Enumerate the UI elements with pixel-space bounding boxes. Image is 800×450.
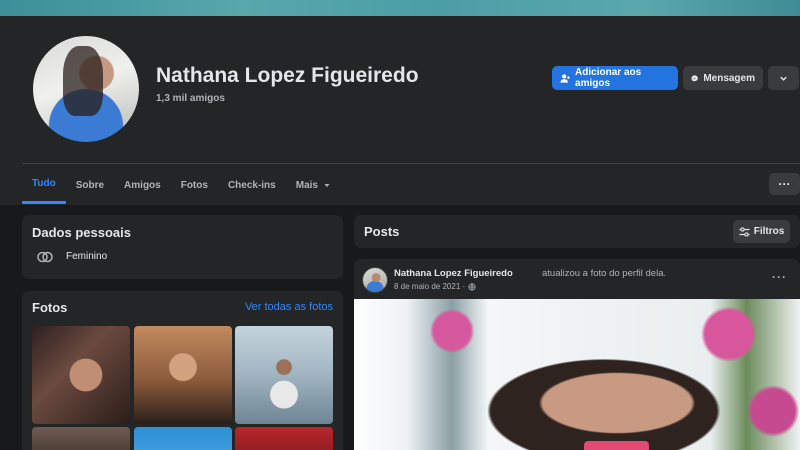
photo-thumbnail[interactable] <box>32 326 130 424</box>
photo-thumbnail[interactable] <box>32 427 130 450</box>
tabs-overflow-button[interactable]: ··· <box>769 173 800 195</box>
profile-name: Nathana Lopez Figueiredo <box>156 64 419 87</box>
header-divider <box>22 163 800 164</box>
photo-thumbnail[interactable] <box>134 427 232 450</box>
add-person-icon <box>560 73 570 83</box>
photos-card: Fotos Ver todas as fotos <box>22 291 343 450</box>
photo-detail <box>584 441 649 450</box>
gender-value: Feminino <box>66 251 108 262</box>
tab-about[interactable]: Sobre <box>66 166 114 204</box>
post-author-name[interactable]: Nathana Lopez Figueiredo <box>394 268 513 279</box>
tab-label: Mais <box>295 179 318 191</box>
tab-label: Sobre <box>75 179 105 191</box>
filter-sliders-icon <box>739 226 750 237</box>
personal-details-card: Dados pessoais Feminino <box>22 215 343 279</box>
filters-button[interactable]: Filtros <box>733 220 790 243</box>
add-friend-label: Adicionar aos amigos <box>575 67 642 89</box>
tab-label: Tudo <box>32 178 56 189</box>
feed-post: Nathana Lopez Figueiredo atualizou a fot… <box>354 259 800 450</box>
tab-friends[interactable]: Amigos <box>114 166 171 204</box>
profile-tabs: Tudo Sobre Amigos Fotos Check-ins Mais <box>22 166 342 204</box>
photo-thumbnail[interactable] <box>235 326 333 424</box>
post-date-text: 8 de maio de 2021 · <box>394 282 466 291</box>
chevron-down-icon <box>780 76 787 81</box>
tab-all[interactable]: Tudo <box>22 166 66 204</box>
ellipsis-icon: ··· <box>772 270 787 284</box>
friends-count[interactable]: 1,3 mil amigos <box>156 93 225 104</box>
message-label: Mensagem <box>703 72 755 84</box>
add-friend-button[interactable]: Adicionar aos amigos <box>552 66 678 90</box>
globe-icon <box>468 282 476 291</box>
filters-label: Filtros <box>753 226 785 237</box>
post-timestamp[interactable]: 8 de maio de 2021 · <box>394 282 476 291</box>
messenger-icon <box>691 74 698 82</box>
gender-icon <box>37 251 53 263</box>
tab-label: Fotos <box>180 179 208 191</box>
more-actions-button[interactable] <box>768 66 799 90</box>
posts-title: Posts <box>364 224 400 239</box>
cover-photo[interactable] <box>0 0 800 16</box>
photo-thumbnail[interactable] <box>134 326 232 424</box>
post-author-avatar[interactable] <box>362 267 388 293</box>
post-options-button[interactable]: ··· <box>772 270 787 284</box>
profile-avatar[interactable] <box>30 33 142 145</box>
tab-photos[interactable]: Fotos <box>171 166 218 204</box>
tab-label: Amigos <box>124 179 161 191</box>
post-action-text: atualizou a foto do perfil dela. <box>542 268 667 279</box>
tab-check-ins[interactable]: Check-ins <box>218 166 286 204</box>
ellipsis-icon: ··· <box>778 177 791 191</box>
message-button[interactable]: Mensagem <box>683 66 763 90</box>
photos-title: Fotos <box>32 300 68 315</box>
tab-more[interactable]: Mais <box>286 166 342 204</box>
see-all-photos-link[interactable]: Ver todas as fotos <box>245 301 333 313</box>
post-photo[interactable] <box>354 299 800 450</box>
tab-label: Check-ins <box>227 179 276 191</box>
photo-thumbnail[interactable] <box>235 427 333 450</box>
caret-down-icon <box>324 184 330 187</box>
personal-details-title: Dados pessoais <box>32 225 131 240</box>
